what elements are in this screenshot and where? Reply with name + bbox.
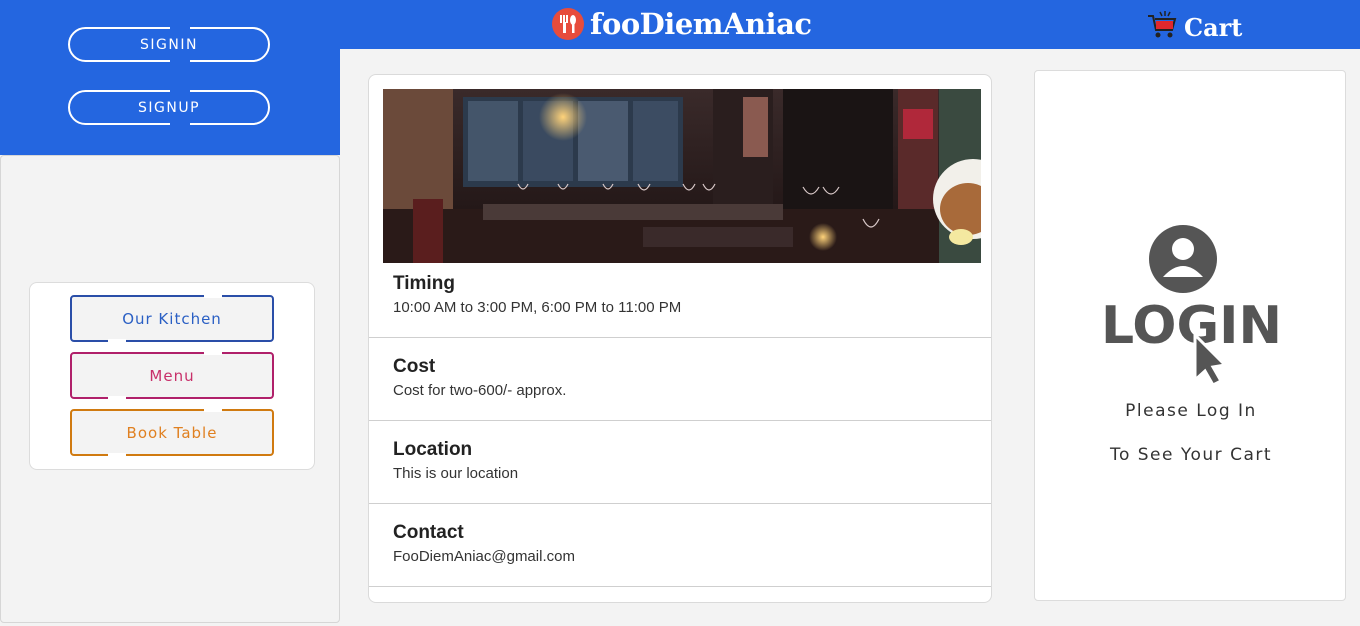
signin-button[interactable]: SIGNIN bbox=[68, 26, 270, 63]
our-kitchen-button[interactable]: Our Kitchen bbox=[70, 294, 274, 343]
cart-panel: LOGIN Please Log In To See Your Cart bbox=[1034, 70, 1346, 601]
timing-section: Timing 10:00 AM to 3:00 PM, 6:00 PM to 1… bbox=[369, 273, 991, 338]
cart-message-line2: To See Your Cart bbox=[1109, 445, 1273, 465]
fork-spoon-logo-icon bbox=[552, 8, 584, 40]
auth-section: SIGNIN SIGNUP bbox=[0, 26, 340, 155]
contact-section: Contact FooDiemAniac@gmail.com bbox=[369, 522, 991, 587]
location-value: This is our location bbox=[393, 465, 519, 482]
book-table-button[interactable]: Book Table bbox=[70, 408, 274, 457]
timing-value: 10:00 AM to 3:00 PM, 6:00 PM to 11:00 PM bbox=[393, 299, 682, 316]
restaurant-carousel-image[interactable] bbox=[383, 89, 981, 263]
brand-logo[interactable]: fooDiemAniac bbox=[552, 6, 812, 42]
cost-section: Cost Cost for two-600/- approx. bbox=[369, 356, 991, 421]
login-illustration: LOGIN bbox=[1101, 225, 1282, 389]
cart-link[interactable]: Cart bbox=[1146, 10, 1242, 44]
signup-button[interactable]: SIGNUP bbox=[68, 89, 270, 126]
cart-label: Cart bbox=[1184, 12, 1243, 42]
brand-name: fooDiemAniac bbox=[590, 7, 812, 41]
menu-button[interactable]: Menu bbox=[70, 351, 274, 400]
contact-value[interactable]: FooDiemAniac@gmail.com bbox=[393, 548, 575, 565]
login-graphic-text: LOGIN bbox=[1101, 296, 1281, 356]
contact-title: Contact bbox=[393, 522, 464, 543]
cost-title: Cost bbox=[393, 356, 436, 377]
timing-title: Timing bbox=[393, 273, 455, 294]
cost-value: Cost for two-600/- approx. bbox=[393, 382, 567, 399]
cart-message-line1: Please Log In bbox=[1125, 401, 1257, 421]
user-avatar-icon bbox=[1149, 225, 1217, 293]
restaurant-info-card: Timing 10:00 AM to 3:00 PM, 6:00 PM to 1… bbox=[368, 74, 992, 603]
location-section: Location This is our location bbox=[369, 439, 991, 504]
our-kitchen-label: Our Kitchen bbox=[122, 309, 222, 328]
location-title: Location bbox=[393, 439, 473, 460]
left-sidebar: Our Kitchen Menu Book Table bbox=[0, 155, 340, 623]
book-table-label: Book Table bbox=[126, 423, 218, 442]
shopping-cart-icon bbox=[1146, 10, 1178, 44]
nav-card: Our Kitchen Menu Book Table bbox=[29, 282, 315, 470]
menu-label: Menu bbox=[149, 366, 195, 385]
